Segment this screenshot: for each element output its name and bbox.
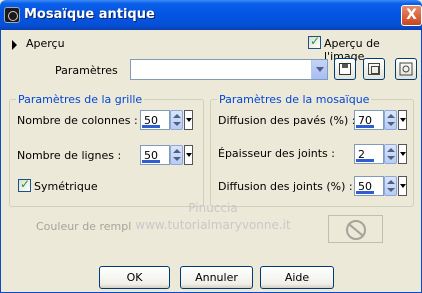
columns-dropdown-icon[interactable] bbox=[184, 110, 193, 130]
tile-diffusion-input[interactable]: 70 bbox=[354, 110, 384, 130]
symmetric-checkbox[interactable] bbox=[18, 177, 31, 192]
presets-label: Paramètres bbox=[55, 64, 118, 77]
reset-icon bbox=[368, 63, 380, 75]
settings-icon bbox=[399, 62, 413, 76]
columns-label: Nombre de colonnes : bbox=[17, 114, 138, 127]
columns-stepper[interactable]: 50 bbox=[140, 110, 193, 130]
save-icon bbox=[339, 63, 351, 75]
preview-toggle-label[interactable]: Aperçu bbox=[26, 37, 65, 50]
watermark: Pinuccia www.tutorialmaryvonne.it bbox=[118, 200, 308, 234]
joint-diffusion-stepper[interactable]: 50 bbox=[354, 176, 407, 196]
cancel-button[interactable]: Annuler bbox=[180, 266, 253, 289]
columns-input[interactable]: 50 bbox=[140, 110, 170, 130]
columns-spin-icon[interactable] bbox=[170, 110, 183, 130]
joint-thickness-dropdown-icon[interactable] bbox=[398, 144, 407, 164]
chevron-down-icon[interactable] bbox=[311, 60, 327, 79]
title-bar: Mosaïque antique X bbox=[0, 0, 422, 30]
tile-diffusion-label: Diffusion des pavés (%) : bbox=[218, 114, 356, 127]
joint-diffusion-dropdown-icon[interactable] bbox=[398, 176, 407, 196]
joint-thickness-stepper[interactable]: 2 bbox=[354, 144, 407, 164]
presets-combobox[interactable] bbox=[130, 59, 328, 80]
watermark-line-2: www.tutorialmaryvonne.it bbox=[135, 218, 291, 232]
rows-dropdown-icon[interactable] bbox=[184, 145, 193, 165]
image-preview-checkbox[interactable] bbox=[308, 34, 321, 49]
joint-thickness-input[interactable]: 2 bbox=[354, 144, 384, 164]
fill-color-label: Couleur de rempl bbox=[36, 220, 132, 233]
ok-button[interactable]: OK bbox=[99, 266, 170, 289]
grid-settings-title: Paramètres de la grille bbox=[16, 93, 145, 106]
save-preset-button[interactable] bbox=[334, 58, 356, 80]
preview-toggle[interactable] bbox=[12, 38, 17, 51]
triangle-right-icon bbox=[12, 40, 17, 50]
fill-color-swatch[interactable] bbox=[328, 215, 383, 243]
rows-label: Nombre de lignes : bbox=[17, 149, 122, 162]
tile-diffusion-spin-icon[interactable] bbox=[384, 110, 397, 130]
watermark-line-1: Pinuccia bbox=[188, 201, 238, 215]
rows-input[interactable]: 50 bbox=[140, 145, 170, 165]
joint-thickness-spin-icon[interactable] bbox=[384, 144, 397, 164]
app-icon bbox=[4, 7, 20, 23]
no-color-icon bbox=[346, 220, 366, 240]
joint-diffusion-spin-icon[interactable] bbox=[384, 176, 397, 196]
joint-diffusion-label: Diffusion des joints (%) : bbox=[218, 180, 353, 193]
rows-stepper[interactable]: 50 bbox=[140, 145, 193, 165]
reset-preset-button[interactable] bbox=[363, 58, 385, 80]
symmetric-label: Symétrique bbox=[34, 180, 98, 193]
joint-diffusion-input[interactable]: 50 bbox=[354, 176, 384, 196]
close-button[interactable]: X bbox=[401, 5, 422, 26]
tile-diffusion-stepper[interactable]: 70 bbox=[354, 110, 407, 130]
joint-thickness-label: Épaisseur des joints : bbox=[218, 147, 335, 160]
window-title: Mosaïque antique bbox=[24, 7, 155, 22]
preset-settings-button[interactable] bbox=[395, 58, 417, 80]
help-button[interactable]: Aide bbox=[260, 266, 334, 289]
tile-diffusion-dropdown-icon[interactable] bbox=[398, 110, 407, 130]
rows-spin-icon[interactable] bbox=[170, 145, 183, 165]
close-icon: X bbox=[406, 7, 417, 23]
mosaic-settings-title: Paramètres de la mosaïque bbox=[217, 93, 372, 106]
